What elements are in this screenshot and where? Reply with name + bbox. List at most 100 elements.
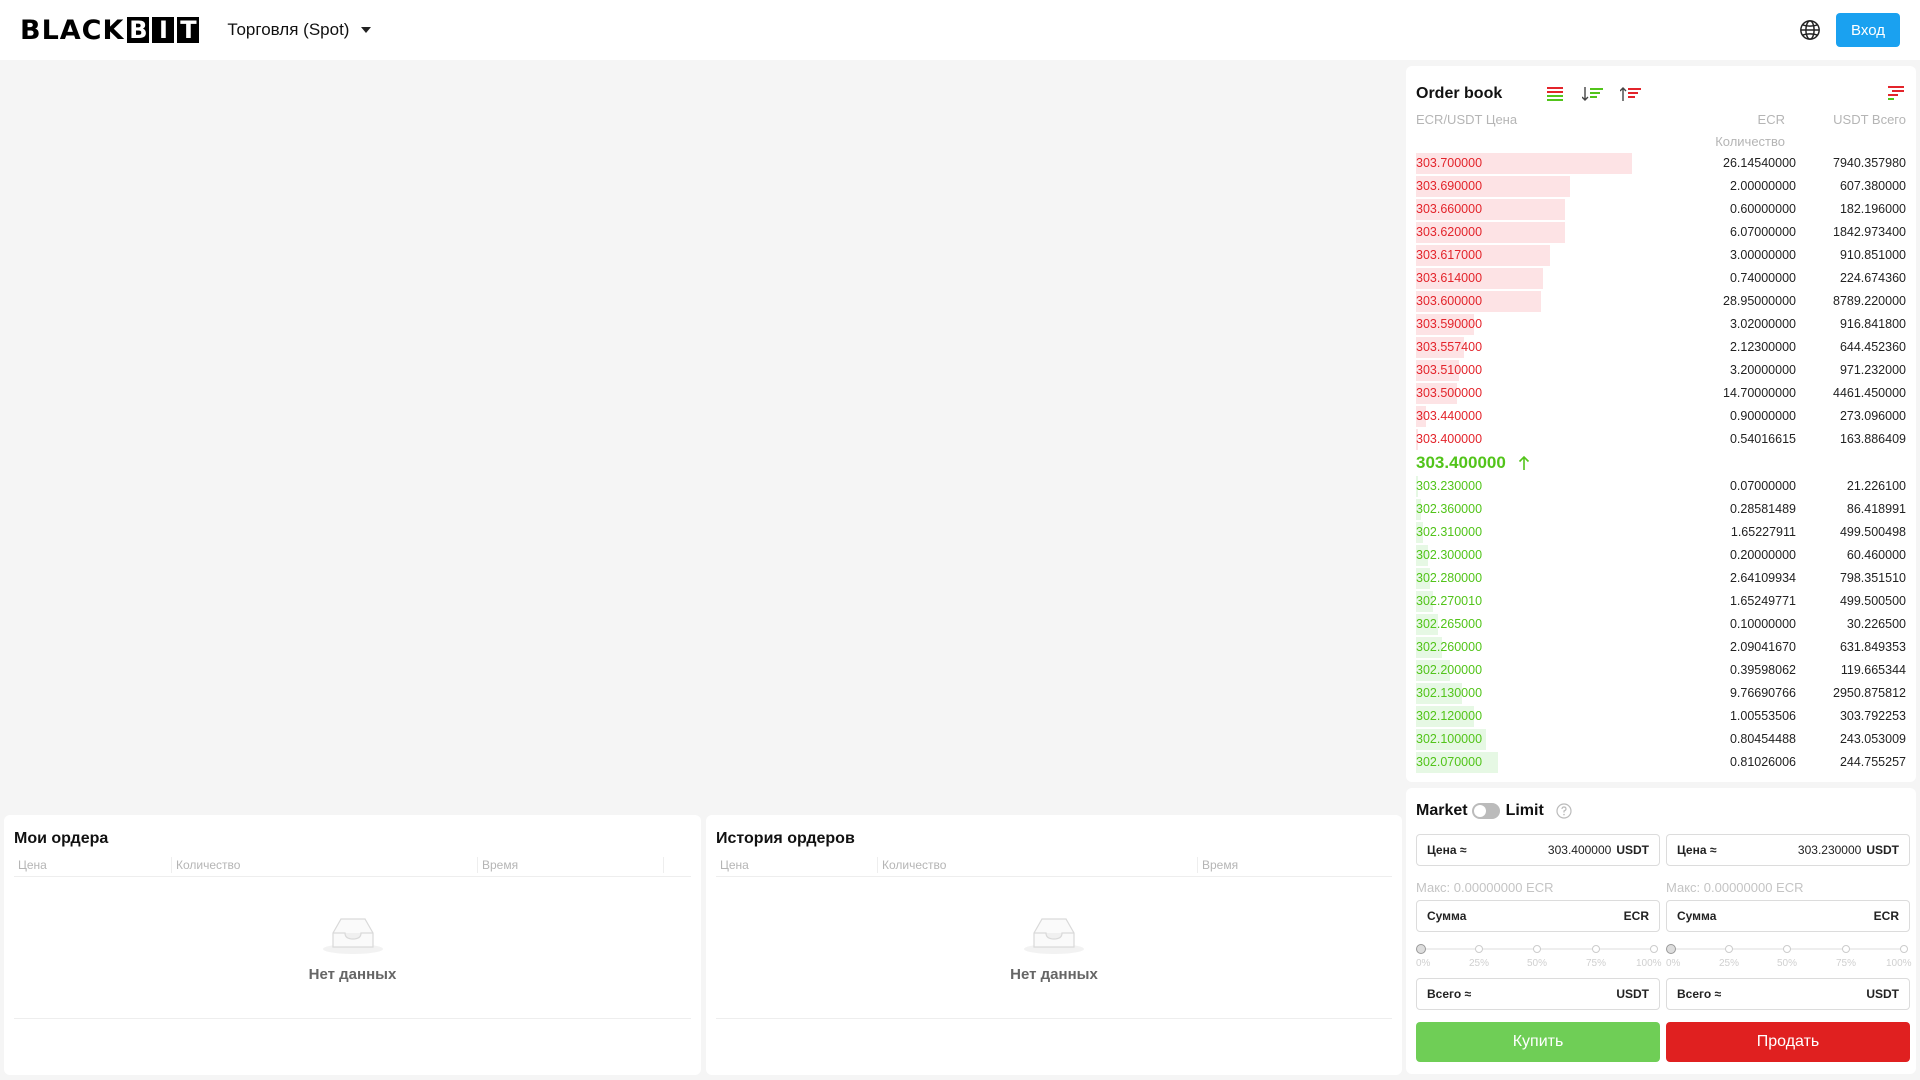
slider-mark[interactable] (1475, 945, 1483, 953)
bids-only-icon[interactable] (1582, 85, 1604, 103)
bid-total: 30.226500 (1846, 617, 1906, 631)
bid-row[interactable]: 302.265000 0.10000000 30.226500 (1416, 613, 1906, 636)
bid-amount: 0.20000000 (1729, 548, 1796, 562)
bid-amount: 0.28581489 (1729, 502, 1796, 516)
bid-amount: 0.07000000 (1729, 479, 1796, 493)
bid-amount: 0.81026006 (1729, 755, 1796, 769)
slider-mark[interactable] (1842, 945, 1850, 953)
bid-price: 302.260000 (1416, 640, 1483, 654)
sell-price-input[interactable] (1716, 843, 1862, 857)
bids-list: 303.230000 0.07000000 21.226100 302.360000 0… (1416, 475, 1906, 774)
slider-mark[interactable] (1666, 944, 1676, 954)
help-icon[interactable] (1556, 803, 1572, 819)
slider-mark[interactable] (1533, 945, 1541, 953)
slider-mark[interactable] (1900, 945, 1908, 953)
buy-percent-slider[interactable]: 0% 25% 50% 75% 100% (1416, 942, 1662, 978)
bid-amount: 0.80454488 (1729, 732, 1796, 746)
slider-mark-label: 25% (1719, 958, 1740, 969)
asks-only-icon[interactable] (1620, 85, 1642, 103)
sell-total-field[interactable]: Всего ≈ USDT (1666, 978, 1910, 1010)
bid-row[interactable]: 303.230000 0.07000000 21.226100 (1416, 475, 1906, 498)
market-label: Market (1416, 802, 1468, 819)
ask-price: 303.614000 (1416, 271, 1483, 285)
buy-button[interactable]: Купить (1416, 1022, 1660, 1062)
buy-total-field[interactable]: Всего ≈ USDT (1416, 978, 1660, 1010)
slider-mark[interactable] (1783, 945, 1791, 953)
sell-total-label: Всего ≈ (1677, 987, 1722, 1001)
arrow-up-icon (1518, 455, 1530, 471)
ask-amount: 0.90000000 (1729, 409, 1796, 423)
sell-total-input[interactable] (1721, 987, 1862, 1001)
bid-row[interactable]: 302.300000 0.20000000 60.460000 (1416, 544, 1906, 567)
slider-mark[interactable] (1725, 945, 1733, 953)
ask-row[interactable]: 303.510000 3.20000000 971.232000 (1416, 359, 1906, 382)
ask-total: 1842.973400 (1833, 225, 1906, 239)
col-amount: ECR (1757, 112, 1785, 127)
bid-row[interactable]: 302.360000 0.28581489 86.418991 (1416, 498, 1906, 521)
bid-row[interactable]: 302.280000 2.64109934 798.351510 (1416, 567, 1906, 590)
sell-form: Цена ≈ USDT Макс: 0.00000000 ECR Сумма E… (1666, 834, 1912, 1062)
slider-mark[interactable] (1592, 945, 1600, 953)
buy-total-unit: USDT (1616, 987, 1649, 1001)
ask-amount: 0.54016615 (1729, 432, 1796, 446)
both-sides-icon[interactable] (1544, 85, 1566, 103)
sell-amount-input[interactable] (1716, 909, 1869, 923)
bid-row[interactable]: 302.260000 2.09041670 631.849353 (1416, 636, 1906, 659)
order-history-title: История ордеров (716, 830, 855, 847)
asks-list: 303.700000 26.14540000 7940.357980 303.6900… (1416, 152, 1906, 451)
ask-row[interactable]: 303.440000 0.90000000 273.096000 (1416, 405, 1906, 428)
ask-row[interactable]: 303.660000 0.60000000 182.196000 (1416, 198, 1906, 221)
slider-mark-label: 0% (1416, 958, 1431, 969)
sell-percent-slider[interactable]: 0% 25% 50% 75% 100% (1666, 942, 1912, 978)
bid-row[interactable]: 302.100000 0.80454488 243.053009 (1416, 728, 1906, 751)
spot-trading-menu[interactable]: Торговля (Spot) (227, 20, 372, 40)
order-book-columns: ECR/USDT Цена ECR Количество USDT Всего (1416, 108, 1906, 152)
ask-row[interactable]: 303.690000 2.00000000 607.380000 (1416, 175, 1906, 198)
ask-row[interactable]: 303.557400 2.12300000 644.452360 (1416, 336, 1906, 359)
slider-mark[interactable] (1416, 944, 1426, 954)
ask-price: 303.510000 (1416, 363, 1483, 377)
sell-price-unit: USDT (1866, 843, 1899, 857)
ask-row[interactable]: 303.617000 3.00000000 910.851000 (1416, 244, 1906, 267)
buy-amount-input[interactable] (1466, 909, 1619, 923)
buy-price-field[interactable]: Цена ≈ USDT (1416, 834, 1660, 866)
logo-text: BLACK (20, 14, 125, 46)
chart-area[interactable] (0, 60, 1402, 806)
sell-button[interactable]: Продать (1666, 1022, 1910, 1062)
ask-row[interactable]: 303.590000 3.02000000 916.841800 (1416, 313, 1906, 336)
bid-row[interactable]: 302.070000 0.81026006 244.755257 (1416, 751, 1906, 774)
ask-row[interactable]: 303.620000 6.07000000 1842.973400 (1416, 221, 1906, 244)
blackbit-logo[interactable]: BLACK B I T (20, 14, 200, 46)
bid-row[interactable]: 302.310000 1.65227911 499.500498 (1416, 521, 1906, 544)
depth-icon[interactable] (1884, 85, 1906, 103)
buy-amount-unit: ECR (1623, 909, 1649, 923)
sell-amount-field[interactable]: Сумма ECR (1666, 900, 1910, 932)
buy-amount-field[interactable]: Сумма ECR (1416, 900, 1660, 932)
ask-row[interactable]: 303.614000 0.74000000 224.674360 (1416, 267, 1906, 290)
ask-total: 916.841800 (1839, 317, 1906, 331)
buy-total-input[interactable] (1471, 987, 1612, 1001)
globe-icon[interactable] (1798, 18, 1822, 42)
buy-price-input[interactable] (1466, 843, 1612, 857)
ask-row[interactable]: 303.500000 14.70000000 4461.450000 (1416, 382, 1906, 405)
bid-row[interactable]: 302.120000 1.00553506 303.792253 (1416, 705, 1906, 728)
bid-amount: 1.65227911 (1730, 525, 1796, 539)
bid-total: 244.755257 (1839, 755, 1906, 769)
login-button[interactable]: Вход (1836, 13, 1900, 47)
market-limit-toggle[interactable] (1471, 803, 1500, 819)
bid-row[interactable]: 302.130000 9.76690766 2950.875812 (1416, 682, 1906, 705)
ask-price: 303.500000 (1416, 386, 1483, 400)
ask-row[interactable]: 303.600000 28.95000000 8789.220000 (1416, 290, 1906, 313)
my-orders-col-price: Цена (14, 856, 172, 873)
ask-row[interactable]: 303.400000 0.54016615 163.886409 (1416, 428, 1906, 451)
bid-row[interactable]: 302.270010 1.65249771 499.500500 (1416, 590, 1906, 613)
last-price-value: 303.400000 (1416, 453, 1506, 472)
slider-mark-label: 25% (1469, 958, 1490, 969)
order-history-col-price: Цена (716, 856, 878, 873)
slider-mark[interactable] (1650, 945, 1658, 953)
ask-row[interactable]: 303.700000 26.14540000 7940.357980 (1416, 152, 1906, 175)
ask-amount: 14.70000000 (1723, 386, 1796, 400)
sell-price-field[interactable]: Цена ≈ USDT (1666, 834, 1910, 866)
bid-row[interactable]: 302.200000 0.39598062 119.665344 (1416, 659, 1906, 682)
bid-total: 798.351510 (1839, 571, 1906, 585)
